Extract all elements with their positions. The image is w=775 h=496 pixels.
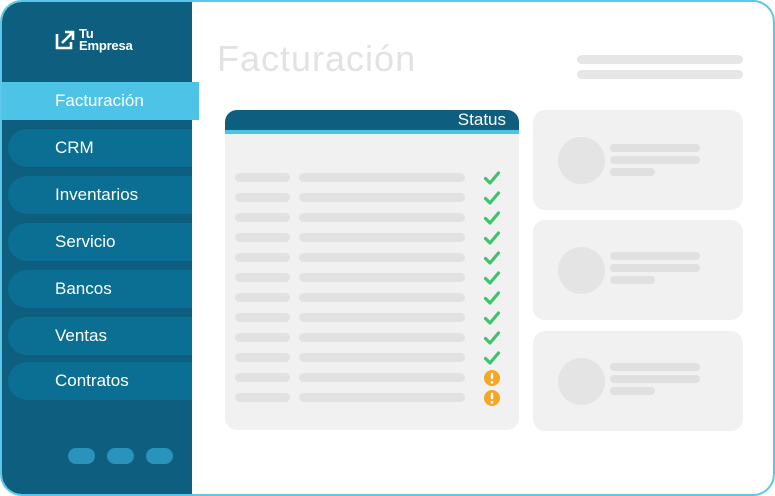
table-row[interactable] [235,288,510,308]
table-header: Status [225,110,519,134]
invoice-table: Status [225,110,519,430]
placeholder-line [610,363,700,371]
table-row[interactable] [235,248,510,268]
pagination-dots [68,448,173,464]
table-cell-placeholder [235,233,290,242]
sidebar-item-label: Inventarios [55,185,139,204]
page-title: Facturación [217,38,417,79]
sidebar-item-bancos[interactable]: Bancos [8,270,192,308]
table-row[interactable] [235,188,510,208]
table-cell-placeholder [235,313,290,322]
brand-logo[interactable]: Tu Empresa [54,27,133,53]
avatar [558,137,605,184]
check-icon [483,171,501,185]
table-cell-placeholder [299,193,465,202]
brand-name: Tu Empresa [79,27,133,53]
pagination-dot[interactable] [146,448,173,464]
table-cell-placeholder [235,373,290,382]
placeholder-line [610,375,700,383]
check-icon [483,351,501,365]
header-placeholder-line [577,55,743,64]
header-placeholder-line [577,70,743,79]
summary-card[interactable] [533,110,743,210]
table-row[interactable] [235,268,510,288]
table-row[interactable] [235,368,510,388]
check-icon [483,311,501,325]
check-icon [483,251,501,265]
sidebar: Tu Empresa Facturación CRM Inventarios S… [2,2,199,494]
table-cell-placeholder [235,293,290,302]
brand-line-2: Empresa [79,38,133,53]
table-cell-placeholder [299,213,465,222]
table-row[interactable] [235,168,510,188]
avatar [558,358,605,405]
placeholder-line [610,144,700,152]
pagination-dot[interactable] [107,448,134,464]
check-icon [483,331,501,345]
placeholder-line [610,252,700,260]
app-window: Tu Empresa Facturación CRM Inventarios S… [0,0,775,496]
table-cell-placeholder [235,333,290,342]
warning-icon [484,390,500,406]
table-cell-placeholder [299,313,465,322]
check-icon [483,271,501,285]
check-icon [483,191,501,205]
summary-card[interactable] [533,220,743,320]
table-cell-placeholder [235,273,290,282]
table-cell-placeholder [235,393,290,402]
table-cell-placeholder [235,193,290,202]
table-cell-placeholder [299,173,465,182]
table-row[interactable] [235,388,510,408]
table-cell-placeholder [299,373,465,382]
table-cell-placeholder [299,333,465,342]
sidebar-item-label: Bancos [55,279,112,298]
avatar [558,247,605,294]
sidebar-item-label: CRM [55,138,94,157]
sidebar-item-crm[interactable]: CRM [8,129,192,167]
sidebar-item-label: Facturación [55,91,144,110]
table-cell-placeholder [235,253,290,262]
table-cell-placeholder [299,293,465,302]
table-cell-placeholder [299,273,465,282]
table-cell-placeholder [299,233,465,242]
sidebar-item-facturacion[interactable]: Facturación [2,82,199,120]
summary-card[interactable] [533,331,743,431]
sidebar-item-inventarios[interactable]: Inventarios [8,176,192,214]
sidebar-item-label: Servicio [55,232,116,251]
table-row[interactable] [235,208,510,228]
check-icon [483,291,501,305]
warning-icon [484,370,500,386]
sidebar-item-ventas[interactable]: Ventas [8,317,192,355]
table-cell-placeholder [299,353,465,362]
status-column-header: Status [457,110,506,129]
table-cell-placeholder [235,173,290,182]
sidebar-item-label: Contratos [55,371,129,390]
pagination-dot[interactable] [68,448,95,464]
table-row[interactable] [235,348,510,368]
table-row[interactable] [235,228,510,248]
placeholder-line [610,276,655,284]
table-cell-placeholder [299,253,465,262]
table-cell-placeholder [299,393,465,402]
placeholder-line [610,264,700,272]
table-row[interactable] [235,308,510,328]
sidebar-item-label: Ventas [55,326,107,345]
table-cell-placeholder [235,353,290,362]
sidebar-item-contratos[interactable]: Contratos [8,362,192,400]
table-row[interactable] [235,328,510,348]
logo-arrow-icon [55,30,75,50]
check-icon [483,231,501,245]
placeholder-line [610,156,700,164]
placeholder-line [610,168,655,176]
table-cell-placeholder [235,213,290,222]
check-icon [483,211,501,225]
placeholder-line [610,387,655,395]
sidebar-item-servicio[interactable]: Servicio [8,223,192,261]
